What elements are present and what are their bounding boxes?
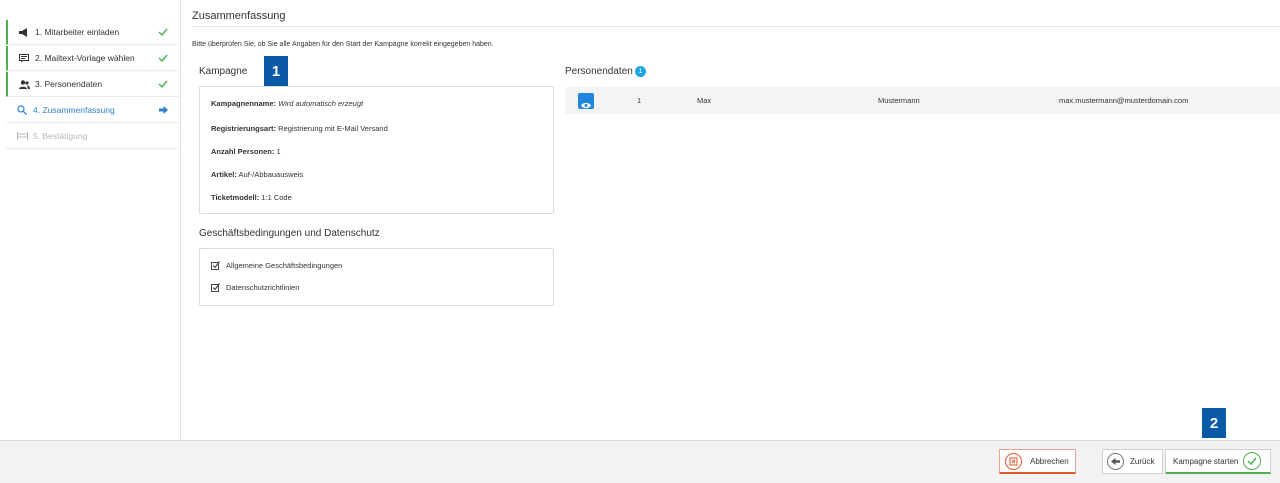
search-icon — [15, 105, 29, 115]
callout-badge-2: 2 — [1202, 408, 1226, 438]
field-kampagnenname: Kampagnenname: Wird automatisch erzeugt — [211, 99, 364, 108]
person-lastname: Mustermann — [878, 96, 920, 105]
arrow-right-icon — [155, 106, 171, 114]
callout-badge-1: 1 — [264, 56, 288, 86]
person-firstname: Max — [697, 96, 712, 105]
check-icon — [155, 28, 171, 36]
kampagne-heading: Kampagne — [199, 66, 248, 77]
start-campaign-button[interactable]: Kampagne starten — [1165, 449, 1271, 474]
step-label: 1. Mitarbeiter einladen — [35, 27, 120, 37]
flag-icon — [15, 132, 29, 140]
step-mailtext-vorlage[interactable]: 2. Mailtext-Vorlage wählen — [6, 46, 179, 71]
arrow-left-icon — [1107, 453, 1124, 470]
personendaten-heading: Personendaten 1 — [565, 66, 646, 77]
intro-text: Bitte überprüfen Sie, ob Sie alle Angabe… — [192, 41, 494, 48]
field-anzahl-personen: Anzahl Personen: 1 — [211, 147, 281, 156]
check-icon — [155, 54, 171, 62]
field-artikel: Artikel: Auf-/Abbauausweis — [211, 170, 304, 179]
step-bestaetigung: 5. Bestätigung — [6, 124, 179, 149]
field-ticketmodell: Ticketmodell: 1:1 Code — [211, 193, 292, 202]
field-registrierungsart: Registrierungsart: Registrierung mit E-M… — [211, 124, 388, 133]
step-label: 2. Mailtext-Vorlage wählen — [35, 53, 135, 63]
terms-box: Allgemeine Geschäftsbedingungen Datensch… — [199, 248, 554, 306]
view-person-button[interactable] — [578, 93, 594, 109]
divider — [192, 26, 1280, 27]
person-email: max.mustermann@musterdomain.com — [1059, 96, 1189, 105]
users-icon — [17, 79, 31, 89]
step-mitarbeiter-einladen[interactable]: 1. Mitarbeiter einladen — [6, 20, 179, 45]
person-nr: 1 — [637, 96, 642, 105]
summary-content: Zusammenfassung Bitte überprüfen Sie, ob… — [180, 0, 1280, 440]
check-circle-icon — [1243, 452, 1262, 470]
megaphone-icon — [17, 27, 31, 37]
terms-item-datenschutz: Datenschutzrichtlinien — [211, 283, 299, 292]
checked-box-icon — [211, 283, 220, 292]
back-button[interactable]: Zurück — [1102, 449, 1163, 474]
step-label: 4. Zusammenfassung — [33, 105, 115, 115]
checked-box-icon — [211, 261, 220, 270]
step-personendaten[interactable]: 3. Personendaten — [6, 72, 179, 97]
step-label: 3. Personendaten — [35, 79, 103, 89]
step-zusammenfassung[interactable]: 4. Zusammenfassung — [6, 98, 179, 123]
check-icon — [155, 80, 171, 88]
terms-heading: Geschäftsbedingungen und Datenschutz — [199, 228, 380, 239]
cancel-button[interactable]: Abbrechen — [999, 449, 1076, 474]
wizard-steps-sidebar: 1. Mitarbeiter einladen 2. Mailtext-Vorl… — [0, 0, 181, 440]
cancel-icon — [1005, 452, 1022, 470]
step-label: 5. Bestätigung — [33, 131, 88, 141]
table-row: 1 Max Mustermann max.mustermann@musterdo… — [565, 87, 1280, 114]
page-title: Zusammenfassung — [192, 10, 286, 22]
kampagne-box: Kampagnenname: Wird automatisch erzeugt … — [199, 86, 554, 214]
message-icon — [17, 53, 31, 63]
terms-item-agb: Allgemeine Geschäftsbedingungen — [211, 261, 342, 270]
count-badge: 1 — [634, 66, 646, 77]
eye-icon — [581, 102, 591, 109]
footer-bar: Abbrechen Zurück Kampagne starten — [0, 440, 1280, 483]
